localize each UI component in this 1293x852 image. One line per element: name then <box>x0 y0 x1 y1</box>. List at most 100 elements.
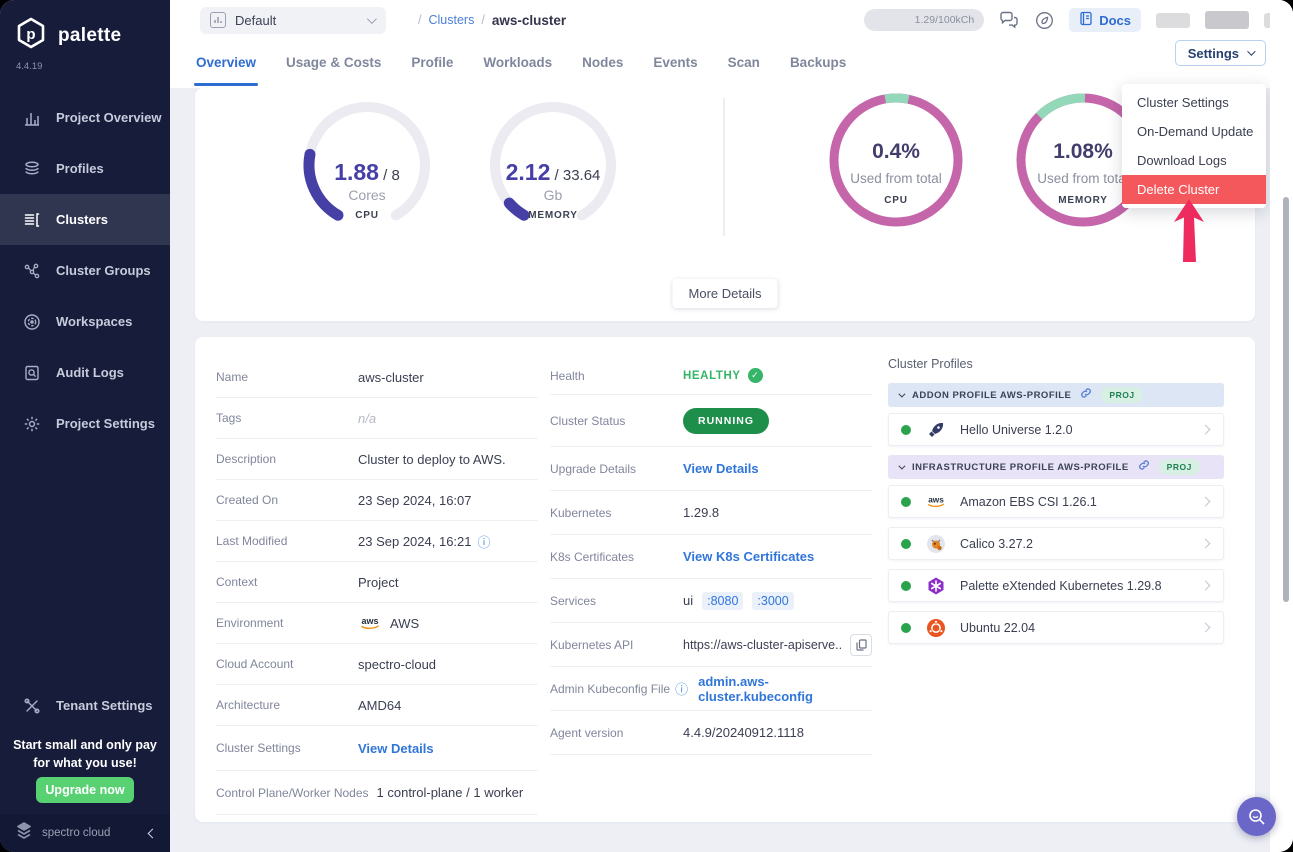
service-port-link[interactable]: :8080 <box>702 592 743 610</box>
nodes-icon <box>23 262 41 280</box>
tab-profile[interactable]: Profile <box>411 55 453 74</box>
menu-item-delete-cluster[interactable]: Delete Cluster <box>1122 175 1266 204</box>
sidebar-item-profiles[interactable]: Profiles <box>0 143 170 194</box>
profile-item-hello-universe[interactable]: Hello Universe 1.2.0 <box>888 413 1224 446</box>
scrollbar-thumb[interactable] <box>1283 197 1289 602</box>
health-value: HEALTHY <box>683 370 741 382</box>
detail-row-certificates: K8s CertificatesView K8s Certificates <box>550 535 872 579</box>
cloud-account-value: spectro-cloud <box>358 657 436 672</box>
status-dot <box>901 539 911 549</box>
profile-item-palette-extended-kubernetes[interactable]: Palette eXtended Kubernetes 1.29.8 <box>888 569 1224 602</box>
more-details-button[interactable]: More Details <box>673 279 778 308</box>
redacted-control[interactable] <box>1205 11 1249 29</box>
status-dot <box>901 581 911 591</box>
calico-icon <box>925 533 947 555</box>
menu-item-download-logs[interactable]: Download Logs <box>1122 146 1266 175</box>
sidebar-item-label: Tenant Settings <box>56 698 153 713</box>
topbar: Default / Clusters / aws-cluster 1.29/10… <box>170 0 1293 40</box>
detail-row-description: DescriptionCluster to deploy to AWS. <box>216 439 538 480</box>
addon-profile-header[interactable]: ADDON PROFILE AWS-PROFILE PROJ <box>888 383 1224 407</box>
tab-workloads[interactable]: Workloads <box>483 55 552 74</box>
tab-backups[interactable]: Backups <box>790 55 846 74</box>
sidebar-item-audit-logs[interactable]: Audit Logs <box>0 347 170 398</box>
sidebar-item-project-overview[interactable]: Project Overview <box>0 92 170 143</box>
created-on-value: 23 Sep 2024, 16:07 <box>358 493 472 508</box>
sidebar-item-project-settings[interactable]: Project Settings <box>0 398 170 449</box>
kubernetes-version-value: 1.29.8 <box>683 505 719 520</box>
project-chart-icon <box>210 12 226 28</box>
chevron-right-icon <box>1201 425 1211 435</box>
help-search-fab[interactable] <box>1237 797 1276 836</box>
info-icon[interactable]: ⓘ <box>675 679 688 698</box>
chat-icon[interactable] <box>999 10 1019 30</box>
info-icon[interactable]: ⓘ <box>478 532 491 551</box>
docs-label: Docs <box>1099 13 1131 28</box>
doc-search-icon <box>23 364 41 382</box>
gear-icon <box>23 415 41 433</box>
brand-name: palette <box>58 25 121 47</box>
k8s-certificates-link[interactable]: View K8s Certificates <box>683 549 814 564</box>
palette-logo-icon: p <box>14 16 48 55</box>
cpu-usage-ring: 0.4% Used from total CPU <box>826 90 966 230</box>
detail-row-created: Created On23 Sep 2024, 16:07 <box>216 480 538 521</box>
divider <box>723 98 725 236</box>
topbar-actions: 1.29/100kCh Docs <box>864 8 1277 32</box>
chevron-right-icon <box>1201 623 1211 633</box>
detail-row-agent: Agent version4.4.9/20240912.1118 <box>550 711 872 755</box>
spectro-cloud-logo-icon <box>14 822 34 845</box>
menu-item-on-demand-update[interactable]: On-Demand Update <box>1122 117 1266 146</box>
last-modified-value: 23 Sep 2024, 16:21 <box>358 534 472 549</box>
tab-bar: Overview Usage & Costs Profile Workloads… <box>170 40 1293 88</box>
upgrade-now-button[interactable]: Upgrade now <box>36 777 134 803</box>
breadcrumb-clusters-link[interactable]: Clusters <box>428 13 474 27</box>
profile-item-ubuntu[interactable]: Ubuntu 22.04 <box>888 611 1224 644</box>
proj-badge: PROJ <box>1101 387 1142 403</box>
details-right-column: Health HEALTHY✓ Cluster Status RUNNING U… <box>550 357 872 755</box>
main-area: Default / Clusters / aws-cluster 1.29/10… <box>170 0 1293 852</box>
status-dot <box>901 497 911 507</box>
collapse-sidebar-icon[interactable] <box>148 828 158 838</box>
settings-button[interactable]: Settings <box>1175 40 1266 66</box>
detail-row-nodes: Control Plane/Worker Nodes1 control-plan… <box>216 771 538 815</box>
rocket-icon <box>925 419 947 441</box>
view-details-link[interactable]: View Details <box>358 741 434 756</box>
tab-nodes[interactable]: Nodes <box>582 55 623 74</box>
sidebar-item-label: Project Settings <box>56 416 155 431</box>
breadcrumb-current: aws-cluster <box>492 13 566 28</box>
sidebar-item-tenant-settings[interactable]: Tenant Settings <box>0 680 170 731</box>
tab-scan[interactable]: Scan <box>728 55 760 74</box>
menu-item-cluster-settings[interactable]: Cluster Settings <box>1122 88 1266 117</box>
whats-new-icon[interactable] <box>1034 10 1054 30</box>
sidebar-item-workspaces[interactable]: Workspaces <box>0 296 170 347</box>
target-icon <box>23 313 41 331</box>
tab-usage-costs[interactable]: Usage & Costs <box>286 55 381 74</box>
detail-row-cluster-settings: Cluster SettingsView Details <box>216 726 538 771</box>
clusters-icon <box>23 211 41 229</box>
sidebar-footer: spectro cloud <box>0 814 170 852</box>
sidebar-item-clusters[interactable]: Clusters <box>0 194 170 245</box>
docs-button[interactable]: Docs <box>1069 8 1141 32</box>
status-dot <box>901 623 911 633</box>
service-port-link[interactable]: :3000 <box>752 592 793 610</box>
infrastructure-profile-header[interactable]: INFRASTRUCTURE PROFILE AWS-PROFILE PROJ <box>888 455 1224 479</box>
copy-icon[interactable] <box>850 634 872 656</box>
chevron-right-icon <box>1201 539 1211 549</box>
chevron-down-icon <box>898 390 905 397</box>
project-selector[interactable]: Default <box>200 7 386 34</box>
profile-item-amazon-ebs-csi[interactable]: aws Amazon EBS CSI 1.26.1 <box>888 485 1224 518</box>
sidebar-item-cluster-groups[interactable]: Cluster Groups <box>0 245 170 296</box>
redacted-control[interactable] <box>1156 13 1190 28</box>
tab-overview[interactable]: Overview <box>196 55 256 74</box>
details-card: Nameaws-cluster Tagsn/a DescriptionClust… <box>195 337 1255 822</box>
detail-row-upgrade: Upgrade DetailsView Details <box>550 447 872 491</box>
scrollbar-track <box>1270 0 1293 852</box>
upgrade-details-link[interactable]: View Details <box>683 461 759 476</box>
sidebar-item-label: Workspaces <box>56 314 132 329</box>
profile-item-calico[interactable]: Calico 3.27.2 <box>888 527 1224 560</box>
sidebar-item-label: Audit Logs <box>56 365 124 380</box>
detail-row-environment: Environment aws AWS <box>216 603 538 644</box>
memory-gauge: 2.12 / 33.64 Gb MEMORY <box>483 95 623 235</box>
kubeconfig-link[interactable]: admin.aws-cluster.kubeconfig <box>698 674 872 704</box>
architecture-value: AMD64 <box>358 698 401 713</box>
tab-events[interactable]: Events <box>653 55 697 74</box>
